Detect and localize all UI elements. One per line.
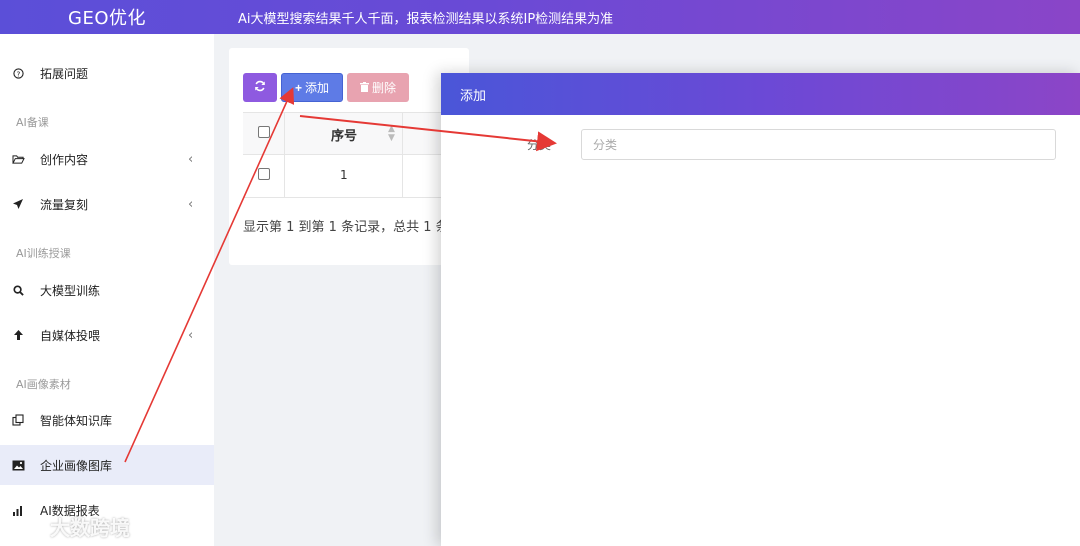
cell-seq: 1 — [340, 168, 348, 182]
add-button-label: 添加 — [305, 81, 330, 95]
row-checkbox[interactable] — [258, 168, 270, 180]
sidebar-item-label: 自媒体投喂 — [40, 328, 101, 343]
sidebar: ? 拓展问题 AI备课 创作内容 ‹ 流量复刻 ‹ AI训练授课 大模型训练 自… — [0, 34, 214, 546]
sidebar-item-enterprise-gallery[interactable]: 企业画像图库 — [0, 445, 214, 485]
refresh-icon — [254, 80, 266, 95]
trash-icon — [359, 81, 369, 95]
sidebar-item-label: 大模型训练 — [40, 283, 101, 298]
column-divider — [402, 155, 403, 198]
sidebar-item-model-training[interactable]: 大模型训练 — [0, 270, 214, 310]
top-bar: GEO优化 Ai大模型搜索结果千人千面，报表检测结果以系统IP检测结果为准 — [0, 0, 1080, 34]
chevron-left-icon: ‹ — [188, 196, 194, 212]
sidebar-section-ai-portrait: AI画像素材 — [16, 378, 71, 391]
table-row: 1 — [243, 155, 443, 198]
sidebar-item-label: 创作内容 — [40, 152, 89, 167]
dialog-title: 添加 — [460, 88, 487, 104]
sidebar-item-label: 流量复刻 — [40, 197, 89, 212]
sidebar-section-ai-lesson-prep: AI备课 — [16, 116, 49, 129]
clone-icon — [11, 413, 25, 427]
add-dialog: 添加 分类 — [441, 73, 1080, 546]
image-icon — [11, 458, 25, 472]
sidebar-item-label: 拓展问题 — [40, 66, 89, 81]
chevron-left-icon: ‹ — [188, 151, 194, 167]
delete-button-label: 删除 — [371, 81, 396, 95]
sidebar-item-traffic-replicate[interactable]: 流量复刻 ‹ — [0, 184, 214, 224]
question-circle-icon: ? — [11, 66, 25, 80]
chevron-left-icon: ‹ — [188, 327, 194, 343]
table-header: 序号 ▲ ▼ — [243, 112, 443, 156]
brand-logo[interactable]: GEO优化 — [0, 0, 214, 34]
category-label: 分类 — [527, 138, 552, 152]
watermark-logo-icon — [10, 513, 46, 540]
column-divider — [284, 155, 285, 198]
select-all-checkbox[interactable] — [258, 126, 270, 138]
sidebar-item-label: 智能体知识库 — [40, 413, 113, 428]
sidebar-item-media-feed[interactable]: 自媒体投喂 ‹ — [0, 315, 214, 355]
sidebar-item-expand-questions[interactable]: ? 拓展问题 — [0, 53, 214, 93]
column-header-seq[interactable]: 序号 — [331, 125, 357, 144]
watermark-text: 大数跨境 — [50, 516, 130, 540]
sort-icon[interactable]: ▲ ▼ — [388, 125, 395, 143]
svg-text:?: ? — [16, 69, 20, 78]
category-input[interactable] — [581, 129, 1056, 160]
pagination-summary: 显示第 1 到第 1 条记录，总共 1 条记录 — [243, 220, 441, 235]
column-divider — [402, 113, 403, 156]
rocket-icon — [11, 197, 25, 211]
dialog-header: 添加 — [441, 73, 1080, 115]
folder-open-icon — [11, 152, 25, 166]
plus-icon: + — [294, 80, 302, 95]
sidebar-item-agent-knowledge[interactable]: 智能体知识库 — [0, 400, 214, 440]
sidebar-item-create-content[interactable]: 创作内容 ‹ — [0, 139, 214, 179]
refresh-button[interactable] — [243, 73, 277, 102]
header-slogan: Ai大模型搜索结果千人千面，报表检测结果以系统IP检测结果为准 — [238, 11, 614, 27]
delete-button[interactable]: 删除 — [347, 73, 409, 102]
sidebar-section-ai-training: AI训练授课 — [16, 247, 71, 260]
sidebar-item-label: 企业画像图库 — [40, 458, 113, 473]
search-icon — [11, 283, 25, 297]
add-button[interactable]: + 添加 — [281, 73, 343, 102]
column-divider — [284, 113, 285, 156]
arrow-up-icon — [11, 328, 25, 342]
watermark: 大数跨境 — [10, 512, 130, 541]
